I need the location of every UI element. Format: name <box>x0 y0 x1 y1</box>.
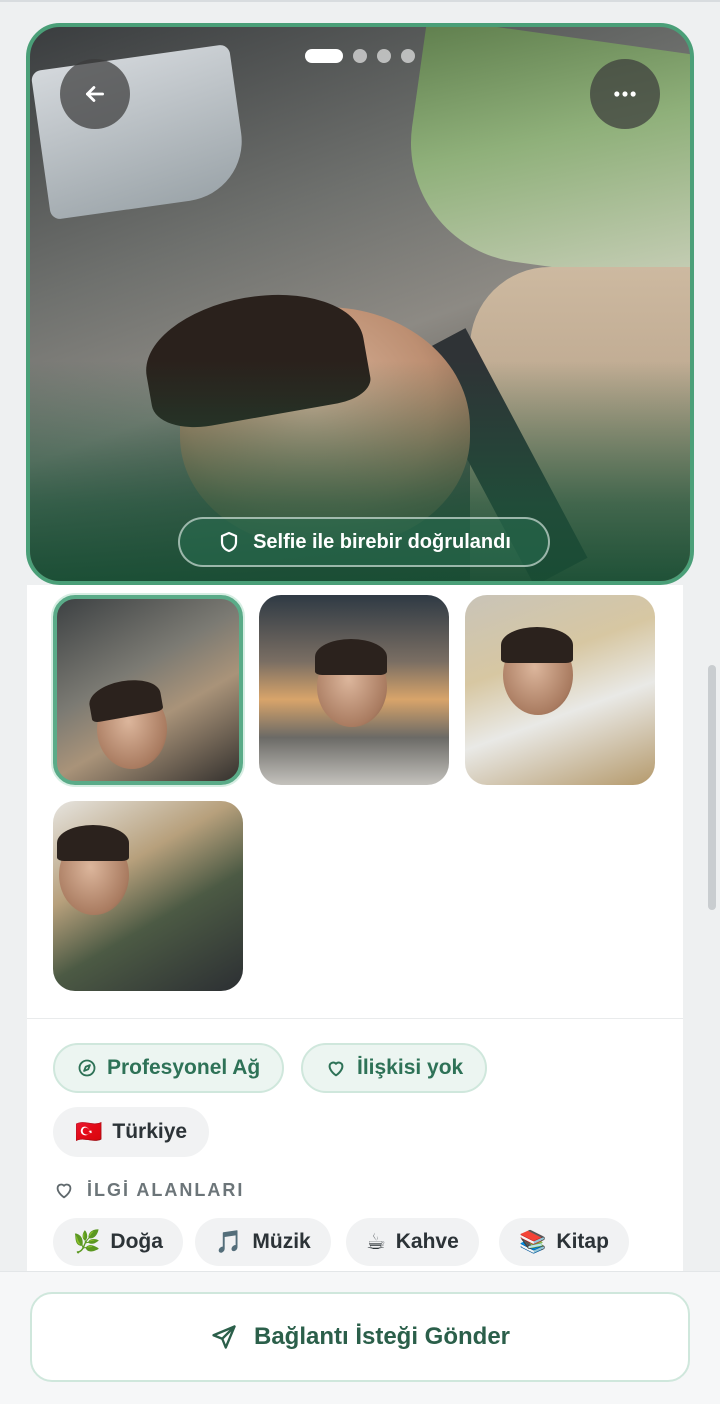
thumbnail-hair <box>57 825 129 861</box>
arrow-left-icon <box>86 86 104 102</box>
more-options-button[interactable] <box>590 59 660 129</box>
bottom-action-bar: Bağlantı İsteği Gönder <box>0 1271 720 1404</box>
send-icon <box>212 1325 236 1349</box>
interest-chip-label: Doğa <box>110 1230 163 1253</box>
interest-chip-4: 📚 Kitap <box>499 1218 629 1266</box>
interests-title: İLGİ ALANLARI <box>87 1179 245 1200</box>
photo-thumbnail-2[interactable] <box>259 595 449 785</box>
interest-chip-3: ☕ Kahve <box>346 1218 479 1266</box>
tag-country: 🇹🇷 Türkiye <box>53 1107 210 1157</box>
interest-chip-label: Müzik <box>252 1230 311 1253</box>
carousel-indicator <box>30 49 690 63</box>
back-button[interactable] <box>60 59 130 129</box>
more-horizontal-icon <box>614 91 636 97</box>
interest-chip-label: Kahve <box>395 1230 459 1253</box>
tag-goal-label: Profesyonel Ağ <box>107 1056 261 1079</box>
carousel-dot-1[interactable] <box>305 49 343 63</box>
heart-outline-icon <box>56 1183 72 1199</box>
carousel-dot-4[interactable] <box>401 49 415 63</box>
verified-badge: Selfie ile birebir doğrulandı <box>178 517 550 567</box>
music-note-icon: 🎵 <box>215 1229 243 1255</box>
turkey-flag-icon: 🇹🇷 <box>75 1119 103 1145</box>
tag-goal: Profesyonel Ağ <box>53 1043 285 1093</box>
thumbnail-hair <box>501 627 573 663</box>
compass-icon <box>78 1059 96 1077</box>
scrollbar[interactable] <box>708 665 716 910</box>
herb-icon: 🌿 <box>73 1229 101 1255</box>
books-icon: 📚 <box>519 1229 547 1255</box>
tag-relationship: İlişkisi yok <box>301 1043 488 1093</box>
photo-thumbnail-4[interactable] <box>53 801 243 991</box>
photo-thumbnail-1[interactable] <box>53 595 243 785</box>
interest-chip-1: 🌿 Doğa <box>53 1218 183 1266</box>
tag-relationship-label: İlişkisi yok <box>357 1056 464 1079</box>
carousel-dot-2[interactable] <box>353 49 367 63</box>
status-divider <box>0 0 720 2</box>
shield-icon <box>220 531 238 553</box>
interests-heading: İLGİ ALANLARI <box>53 1179 244 1201</box>
carousel-dot-3[interactable] <box>377 49 391 63</box>
heart-icon <box>328 1061 344 1077</box>
photo-car-window-left <box>30 43 250 221</box>
coffee-icon: ☕ <box>366 1229 386 1255</box>
interest-chip-label: Kitap <box>556 1230 609 1253</box>
verified-badge-label: Selfie ile birebir doğrulandı <box>253 530 511 553</box>
profile-details-panel: Profesyonel Ağ İlişkisi yok 🇹🇷 Türkiye İ… <box>27 585 683 1285</box>
interest-chip-2: 🎵 Müzik <box>195 1218 331 1266</box>
send-connection-request-button[interactable]: Bağlantı İsteği Gönder <box>30 1292 690 1382</box>
profile-photo-carousel[interactable]: Selfie ile birebir doğrulandı <box>26 23 694 585</box>
section-divider <box>27 1018 683 1019</box>
thumbnail-hair <box>315 639 387 675</box>
photo-thumbnail-3[interactable] <box>465 595 655 785</box>
send-connection-request-label: Bağlantı İsteği Gönder <box>253 1323 511 1350</box>
tag-country-label: Türkiye <box>112 1120 188 1143</box>
